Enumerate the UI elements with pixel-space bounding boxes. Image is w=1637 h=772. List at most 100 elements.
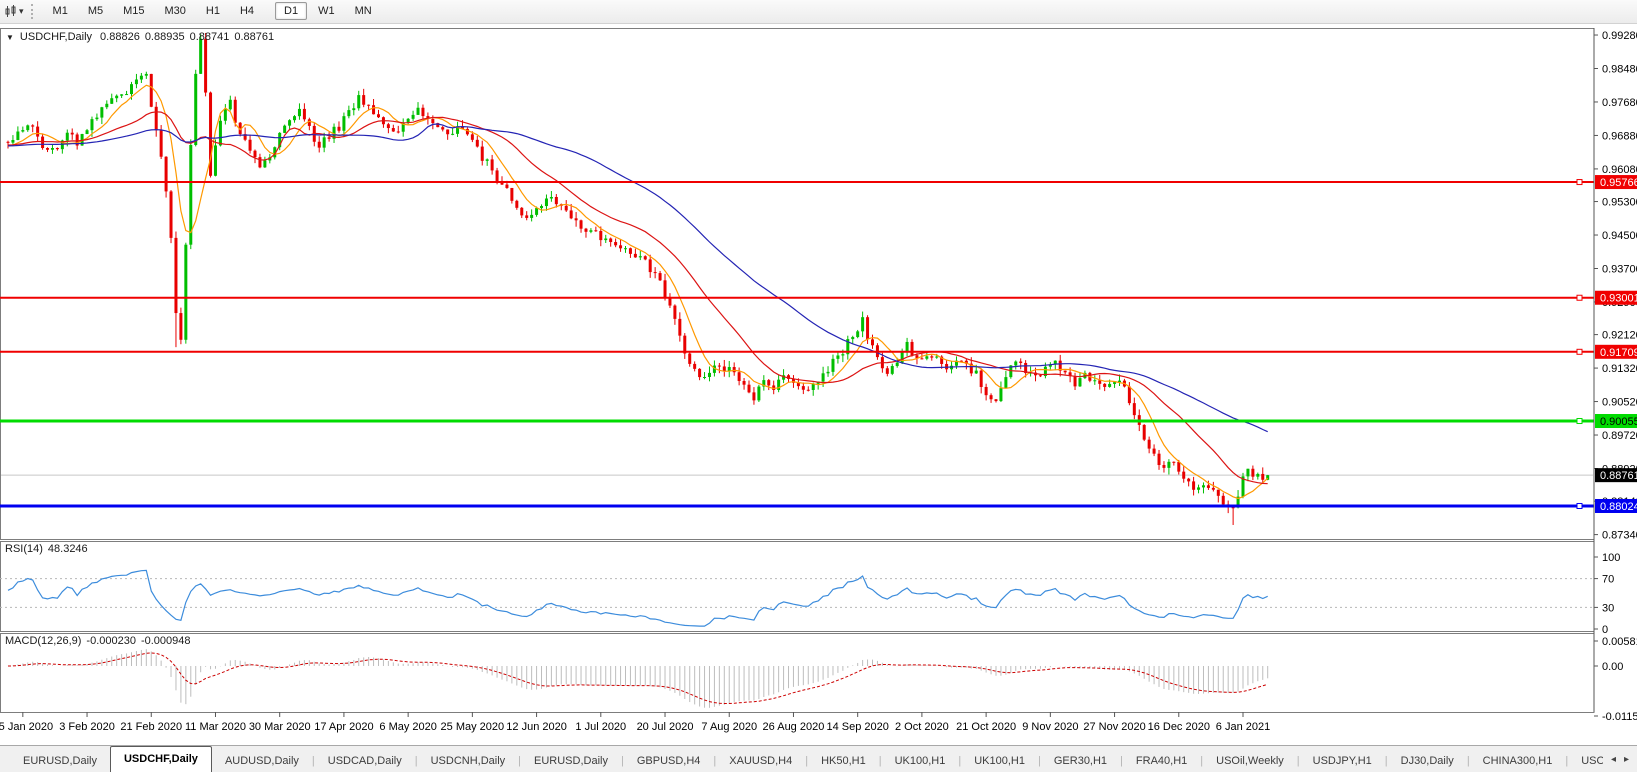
chart-tab-usdcnh-daily[interactable]: USDCNH,Daily bbox=[418, 750, 519, 772]
chart-tab-eurusd-daily[interactable]: EURUSD,Daily bbox=[521, 750, 621, 772]
level-price-label: 0.93001 bbox=[1595, 290, 1637, 305]
hline-handle[interactable] bbox=[1576, 348, 1583, 355]
timeframe-button-h4[interactable]: H4 bbox=[231, 2, 263, 20]
chart-title: ▼ USDCHF,Daily 0.88826 0.88935 0.88741 0.8876… bbox=[6, 31, 279, 43]
timeframe-button-mn[interactable]: MN bbox=[346, 2, 381, 20]
chart-collapse-caret[interactable]: ▼ bbox=[6, 33, 14, 42]
svg-text:20 Jul 2020: 20 Jul 2020 bbox=[637, 721, 694, 733]
svg-text:0.90055: 0.90055 bbox=[1600, 416, 1637, 428]
current-price-label: 0.88761 bbox=[1595, 468, 1637, 483]
svg-text:0.91709: 0.91709 bbox=[1600, 347, 1637, 359]
hline-handle[interactable] bbox=[1576, 418, 1583, 425]
svg-text:-0.011514: -0.011514 bbox=[1602, 711, 1637, 723]
svg-text:25 May 2020: 25 May 2020 bbox=[441, 721, 505, 733]
timeframe-button-m1[interactable]: M1 bbox=[44, 2, 77, 20]
svg-text:0.90520: 0.90520 bbox=[1602, 397, 1637, 409]
svg-text:100: 100 bbox=[1602, 552, 1620, 564]
svg-text:0.87340: 0.87340 bbox=[1602, 530, 1637, 542]
timeframe-buttons: M1 M5 M15 M30 H1 H4 D1 W1 MN bbox=[43, 2, 382, 20]
timeframe-button-d1[interactable]: D1 bbox=[275, 2, 308, 20]
chart-tab-usdcad-daily[interactable]: USDCAD,Daily bbox=[315, 750, 415, 772]
svg-text:9 Nov 2020: 9 Nov 2020 bbox=[1022, 721, 1078, 733]
timeframe-button-w1[interactable]: W1 bbox=[309, 2, 344, 20]
hline-handle[interactable] bbox=[1576, 179, 1583, 186]
tab-scroll-left-icon[interactable]: ◂ bbox=[1611, 754, 1616, 765]
svg-text:0.97680: 0.97680 bbox=[1602, 97, 1637, 109]
price-axis: 0.99280 0.98480 0.97680 0.96880 0.96080 0.953… bbox=[1594, 30, 1637, 542]
macd-panel[interactable] bbox=[0, 633, 1595, 713]
svg-text:0.91320: 0.91320 bbox=[1602, 363, 1637, 375]
chart-tab-eurusd-daily[interactable]: EURUSD,Daily bbox=[10, 750, 110, 772]
level-price-label: 0.88024 bbox=[1595, 498, 1637, 513]
chart-type-icon[interactable] bbox=[4, 5, 17, 18]
price-panel[interactable] bbox=[0, 28, 1595, 540]
tab-scroll-right-icon[interactable]: ▸ bbox=[1624, 754, 1629, 765]
timeframe-button-m30[interactable]: M30 bbox=[156, 2, 195, 20]
svg-text:17 Apr 2020: 17 Apr 2020 bbox=[314, 721, 373, 733]
chart-tab-gbpusd-h4[interactable]: GBPUSD,H4 bbox=[624, 750, 714, 772]
svg-text:0.98480: 0.98480 bbox=[1602, 63, 1637, 75]
level-price-label: 0.95766 bbox=[1595, 175, 1637, 190]
timeframe-toolbar: ▾ M1 M5 M15 M30 H1 H4 D1 W1 MN bbox=[0, 0, 1637, 24]
chart-tab-uk100-h1[interactable]: UK100,H1 bbox=[882, 750, 959, 772]
tab-scroll-arrows: ◂ ▸ bbox=[1603, 746, 1637, 772]
chart-tab-hk50-h1[interactable]: HK50,H1 bbox=[808, 750, 879, 772]
svg-text:0.99280: 0.99280 bbox=[1602, 30, 1637, 42]
svg-text:0.88024: 0.88024 bbox=[1600, 501, 1637, 513]
chart-tab-uk100-h1[interactable]: UK100,H1 bbox=[961, 750, 1038, 772]
svg-text:0.93700: 0.93700 bbox=[1602, 263, 1637, 275]
macd-name: MACD(12,26,9) bbox=[5, 635, 82, 647]
chart-tab-audusd-daily[interactable]: AUDUSD,Daily bbox=[212, 750, 312, 772]
chart-tab-usdjpy-h1[interactable]: USDJPY,H1 bbox=[1300, 750, 1385, 772]
svg-text:30 Mar 2020: 30 Mar 2020 bbox=[249, 721, 311, 733]
svg-text:21 Feb 2020: 21 Feb 2020 bbox=[120, 721, 182, 733]
svg-text:27 Nov 2020: 27 Nov 2020 bbox=[1083, 721, 1145, 733]
timeframe-button-h1[interactable]: H1 bbox=[197, 2, 229, 20]
rsi-indicator-label: RSI(14) 48.3246 bbox=[5, 543, 88, 555]
macd-main-value: -0.000230 bbox=[86, 635, 136, 647]
svg-text:6 Jan 2021: 6 Jan 2021 bbox=[1216, 721, 1270, 733]
macd-signal-value: -0.000948 bbox=[140, 635, 191, 647]
chart-type-dropdown-caret[interactable]: ▾ bbox=[19, 6, 24, 17]
svg-text:0.00: 0.00 bbox=[1602, 661, 1623, 673]
chart-canvas[interactable]: 0.99280 0.98480 0.97680 0.96880 0.96080 0.953… bbox=[0, 22, 1637, 745]
hline-handle[interactable] bbox=[1576, 294, 1583, 301]
svg-text:70: 70 bbox=[1602, 574, 1614, 586]
svg-text:0.96880: 0.96880 bbox=[1602, 130, 1637, 142]
timeframe-button-m5[interactable]: M5 bbox=[79, 2, 112, 20]
macd-axis: 0.005818 0.00 -0.011514 bbox=[1594, 636, 1637, 723]
svg-text:16 Dec 2020: 16 Dec 2020 bbox=[1148, 721, 1210, 733]
svg-text:0.89720: 0.89720 bbox=[1602, 430, 1637, 442]
level-price-label: 0.90055 bbox=[1595, 414, 1637, 429]
chart-tab-dj30-daily[interactable]: DJ30,Daily bbox=[1388, 750, 1467, 772]
svg-text:21 Oct 2020: 21 Oct 2020 bbox=[956, 721, 1016, 733]
quote-low: 0.88741 bbox=[189, 31, 230, 43]
svg-text:0.92120: 0.92120 bbox=[1602, 330, 1637, 342]
date-axis: 15 Jan 2020 3 Feb 2020 21 Feb 202011 Mar 2… bbox=[0, 712, 1270, 733]
rsi-panel[interactable] bbox=[0, 541, 1595, 632]
quote-high: 0.88935 bbox=[144, 31, 185, 43]
macd-indicator-label: MACD(12,26,9) -0.000230 -0.000948 bbox=[5, 635, 191, 647]
svg-text:14 Sep 2020: 14 Sep 2020 bbox=[826, 721, 888, 733]
svg-text:12 Jun 2020: 12 Jun 2020 bbox=[506, 721, 567, 733]
timeframe-button-m15[interactable]: M15 bbox=[114, 2, 153, 20]
svg-text:3 Feb 2020: 3 Feb 2020 bbox=[59, 721, 115, 733]
chart-tab-xauusd-h4[interactable]: XAUUSD,H4 bbox=[716, 750, 805, 772]
svg-text:0.94500: 0.94500 bbox=[1602, 230, 1637, 242]
hline-handle[interactable] bbox=[1576, 502, 1583, 509]
mt4-terminal: ▾ M1 M5 M15 M30 H1 H4 D1 W1 MN ▼ USDCHF,Daily 0.88… bbox=[0, 0, 1637, 772]
toolbar-grip-handle[interactable] bbox=[30, 4, 36, 19]
chart-tab-usoil-[interactable]: USOil, bbox=[1568, 750, 1603, 772]
chart-tab-ger30-h1[interactable]: GER30,H1 bbox=[1041, 750, 1120, 772]
chart-tab-usoil-weekly[interactable]: USOil,Weekly bbox=[1203, 750, 1297, 772]
chart-tab-fra40-h1[interactable]: FRA40,H1 bbox=[1123, 750, 1200, 772]
quote-close: 0.88761 bbox=[234, 31, 275, 43]
chart-tab-usdchf-daily[interactable]: USDCHF,Daily bbox=[109, 746, 212, 772]
svg-text:0.96080: 0.96080 bbox=[1602, 164, 1637, 176]
chart-tab-china300-h1[interactable]: CHINA300,H1 bbox=[1470, 750, 1566, 772]
svg-text:0.005818: 0.005818 bbox=[1602, 636, 1637, 648]
chart-tab-bar: EURUSD,Daily USDCHF,Daily AUDUSD,Daily | USD… bbox=[0, 745, 1637, 772]
svg-text:0.95300: 0.95300 bbox=[1602, 197, 1637, 209]
rsi-axis: 100 70 30 0 bbox=[1594, 552, 1620, 636]
level-price-label: 0.91709 bbox=[1595, 344, 1637, 359]
